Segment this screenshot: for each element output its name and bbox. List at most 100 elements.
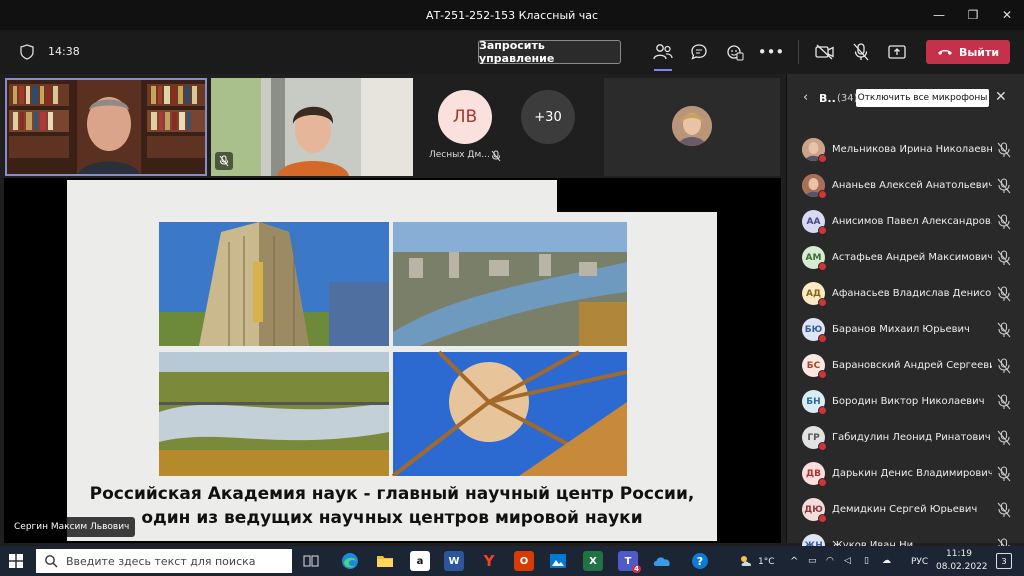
video-tile-student[interactable]: [211, 78, 413, 176]
chat-icon[interactable]: [688, 41, 710, 63]
teams-badge: 4: [632, 565, 641, 573]
photos-app-icon[interactable]: [548, 551, 568, 571]
panel-title: В..: [819, 92, 836, 105]
panel-header: ‹ В.. (34) Отключить все микрофоны ✕: [787, 86, 1024, 110]
tray-chevron-icon[interactable]: ^: [790, 556, 798, 567]
battery-icon[interactable]: ▯: [864, 556, 869, 566]
participants-panel: ‹ В.. (34) Отключить все микрофоны ✕ Мел…: [786, 74, 1024, 559]
yandex-browser-icon[interactable]: Y: [479, 551, 499, 571]
back-chevron-icon[interactable]: ‹: [803, 90, 808, 105]
help-app-icon[interactable]: ?: [690, 551, 710, 571]
mic-off-icon[interactable]: [997, 178, 1011, 194]
presence-status-icon: [818, 478, 827, 487]
weather-temperature: 1°C: [758, 557, 775, 567]
clock-date[interactable]: 08.02.2022: [936, 562, 988, 572]
onedrive-tray-icon[interactable]: ☁: [882, 556, 891, 566]
network-icon[interactable]: ▭: [808, 556, 817, 566]
mic-off-icon[interactable]: [850, 41, 872, 63]
task-view-icon[interactable]: [303, 554, 319, 568]
avatar-initials: АМ: [805, 252, 822, 263]
reactions-icon[interactable]: [724, 41, 746, 63]
mic-off-icon[interactable]: [997, 466, 1011, 482]
title-bar: АТ-251-252-153 Классный час — ❐ ✕: [0, 0, 1024, 30]
video-tile-presenter[interactable]: [5, 78, 207, 176]
minimize-button[interactable]: —: [922, 0, 956, 30]
clock-time[interactable]: 11:19: [946, 549, 972, 559]
maximize-button[interactable]: ❐: [956, 0, 990, 30]
input-language[interactable]: РУС: [911, 557, 928, 567]
speaker-icon[interactable]: ◁: [844, 556, 851, 566]
participants-icon[interactable]: [652, 41, 674, 63]
video-tile-photo[interactable]: [604, 78, 780, 176]
participants-list: Мельникова Ирина Николаевна Ананьев Алекс…: [787, 132, 1024, 564]
more-options-button[interactable]: •••: [758, 41, 785, 63]
avatar: БС: [802, 354, 827, 379]
onedrive-app-icon[interactable]: [652, 551, 672, 571]
mic-off-icon[interactable]: [997, 430, 1011, 446]
mic-off-icon[interactable]: [997, 286, 1011, 302]
participant-row[interactable]: АА Анисимов Павел Александров...: [787, 204, 1024, 240]
slide-window-corner: [557, 180, 717, 212]
more-participants-button[interactable]: +30: [521, 90, 575, 144]
participant-row[interactable]: ГР Габидулин Леонид Ринатович: [787, 420, 1024, 456]
office-app-icon[interactable]: O: [514, 551, 534, 571]
participant-row[interactable]: БН Бородин Виктор Николаевич: [787, 384, 1024, 420]
presence-status-icon: [818, 370, 827, 379]
windows-start-icon[interactable]: [9, 554, 23, 568]
presence-status-icon: [818, 262, 827, 271]
participant-name: Дарькин Денис Владимирович: [832, 468, 992, 479]
leave-button-label: Выйти: [958, 45, 1000, 59]
camera-off-icon[interactable]: [814, 41, 836, 63]
presence-status-icon: [818, 226, 827, 235]
wifi-icon[interactable]: ◠: [826, 556, 834, 566]
teams-app-icon[interactable]: T 4: [618, 551, 641, 573]
word-app-icon[interactable]: W: [444, 551, 464, 571]
close-panel-icon[interactable]: ✕: [995, 89, 1007, 105]
close-window-button[interactable]: ✕: [990, 0, 1024, 30]
avatar: ГР: [802, 426, 827, 451]
participant-row[interactable]: Ананьев Алексей Анатольевич: [787, 168, 1024, 204]
file-explorer-icon[interactable]: [375, 551, 395, 571]
presentation-slide: Российская Академия наук - главный научн…: [67, 180, 717, 541]
share-screen-icon[interactable]: [886, 41, 908, 63]
participant-row[interactable]: АД Афанасьев Владислав Денисов...: [787, 276, 1024, 312]
video-tile-lv[interactable]: ЛВ Лесных Дм... +30: [417, 78, 597, 176]
mic-off-icon[interactable]: [997, 502, 1011, 518]
amazon-app-icon[interactable]: a: [410, 551, 430, 571]
mute-all-tooltip: Отключить все микрофоны: [856, 89, 989, 107]
weather-icon[interactable]: [738, 554, 756, 568]
windows-taskbar: Введите здесь текст для поиска a W Y O X…: [0, 546, 1024, 576]
mic-off-icon[interactable]: [997, 322, 1011, 338]
avatar: БН: [802, 390, 827, 415]
avatar: БЮ: [802, 318, 827, 343]
participant-name: Афанасьев Владислав Денисов...: [832, 288, 992, 299]
mic-off-icon[interactable]: [997, 358, 1011, 374]
excel-app-icon[interactable]: X: [583, 551, 603, 571]
notification-center-icon[interactable]: 3: [996, 553, 1012, 569]
mic-off-icon[interactable]: [997, 394, 1011, 410]
edge-icon[interactable]: [340, 551, 360, 571]
leave-button[interactable]: Выйти: [926, 40, 1010, 64]
avatar: [802, 138, 827, 163]
mic-off-icon[interactable]: [997, 250, 1011, 266]
avatar: [672, 106, 712, 146]
participant-row[interactable]: БЮ Баранов Михаил Юрьевич: [787, 312, 1024, 348]
mic-off-icon[interactable]: [997, 142, 1011, 158]
participant-row[interactable]: Мельникова Ирина Николаевна: [787, 132, 1024, 168]
meeting-toolbar: 14:38 Запросить управление ••• Выйти: [0, 30, 1024, 74]
teams-letter: T: [624, 555, 632, 567]
participant-row[interactable]: БС Барановский Андрей Сергеевич: [787, 348, 1024, 384]
shield-icon: [20, 44, 34, 60]
request-control-button[interactable]: Запросить управление: [478, 39, 621, 65]
participant-row[interactable]: ДЮ Демидкин Сергей Юрьевич: [787, 492, 1024, 528]
participant-row[interactable]: ДВ Дарькин Денис Владимирович: [787, 456, 1024, 492]
mic-off-icon: [491, 150, 501, 162]
avatar-initials: АА: [806, 216, 821, 227]
avatar-initials: ДЮ: [804, 504, 823, 515]
mic-off-icon[interactable]: [997, 214, 1011, 230]
presence-status-icon: [818, 298, 827, 307]
avatar-initials: ГР: [807, 432, 820, 443]
active-tab-indicator: [654, 69, 672, 71]
taskbar-search-input[interactable]: Введите здесь текст для поиска: [36, 549, 292, 573]
participant-row[interactable]: АМ Астафьев Андрей Максимович: [787, 240, 1024, 276]
